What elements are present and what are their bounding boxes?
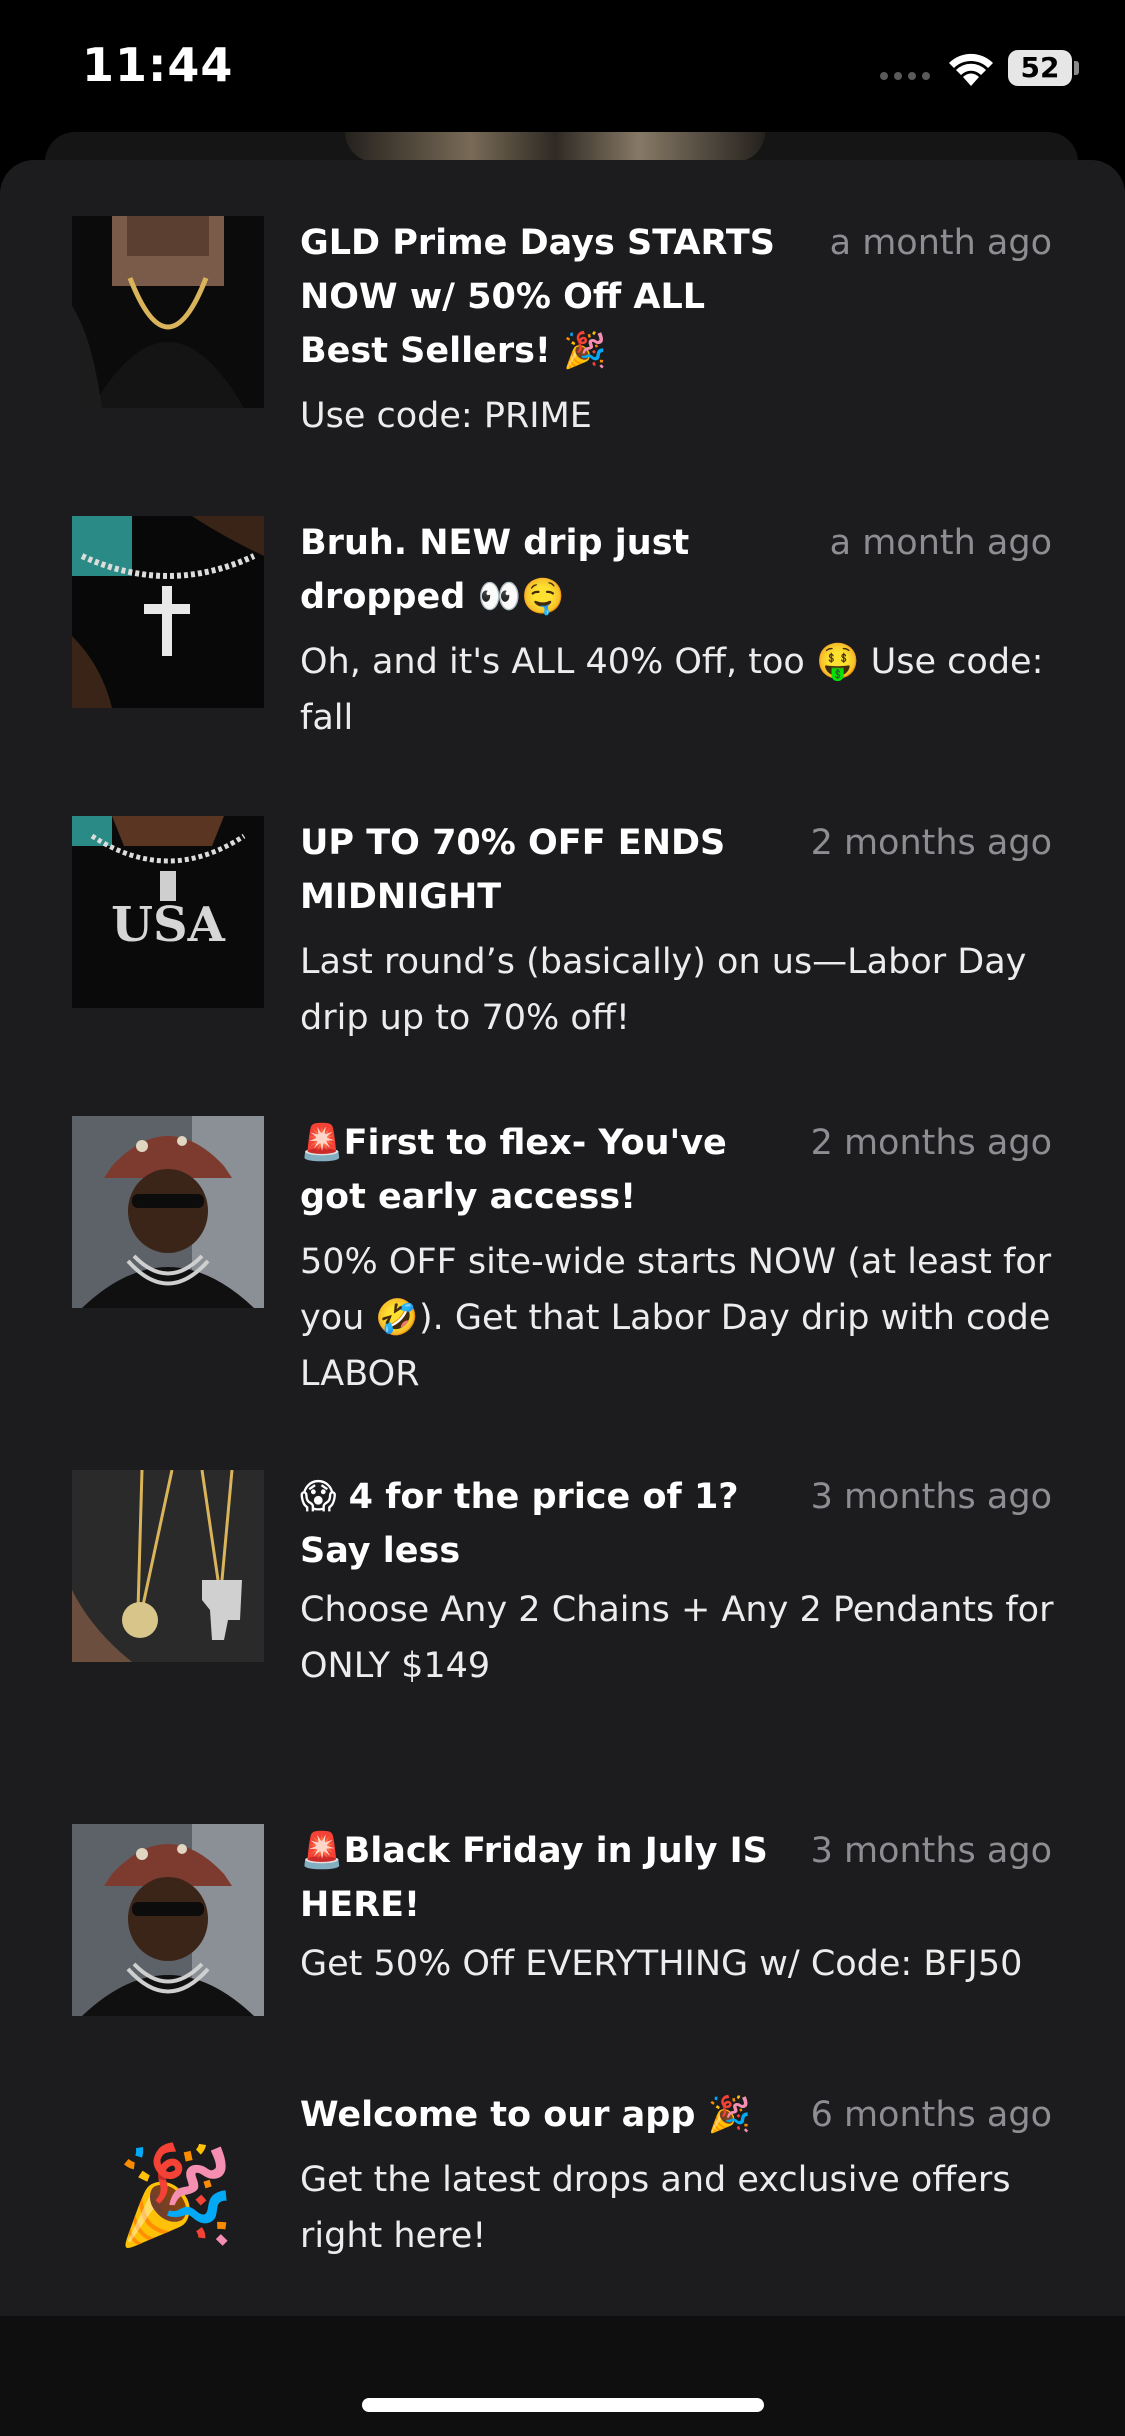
pendants-thumbnail xyxy=(72,1470,264,1662)
cellular-signal-icon xyxy=(880,72,930,80)
notification-body: Last round’s (basically) on us—Labor Day… xyxy=(300,942,1027,1038)
notification-time: 2 months ago xyxy=(810,823,1052,863)
notification-body: Get the latest drops and exclusive offer… xyxy=(300,2160,1011,2256)
model-bucket-hat-thumbnail xyxy=(72,1116,264,1308)
notification-time: 3 months ago xyxy=(810,1477,1052,1517)
notification-title: UP TO 70% OFF ENDS MIDNIGHT xyxy=(300,823,726,917)
notifications-panel[interactable]: GLD Prime Days STARTS NOW w/ 50% Off ALL… xyxy=(0,160,1125,2320)
notification-title: 😱 4 for the price of 1? Say less xyxy=(300,1477,739,1571)
notification-time: a month ago xyxy=(829,223,1052,263)
notification-body: Use code: PRIME xyxy=(300,396,592,436)
notification-time: 3 months ago xyxy=(810,1831,1052,1871)
party-popper-icon: 🎉 xyxy=(116,2139,236,2251)
background-image-hint xyxy=(345,132,765,162)
notification-time: 2 months ago xyxy=(810,1123,1052,1163)
svg-text:USA: USA xyxy=(111,897,226,953)
notification-body: 50% OFF site-wide starts NOW (at least f… xyxy=(300,1242,1052,1394)
gold-chain-thumbnail xyxy=(72,216,264,408)
notification-title: 🚨Black Friday in July IS HERE! xyxy=(300,1831,768,1925)
notification-title: GLD Prime Days STARTS NOW w/ 50% Off ALL… xyxy=(300,223,775,371)
battery-cap xyxy=(1074,61,1079,75)
model-bucket-hat-thumbnail xyxy=(72,1824,264,2016)
notification-title: Welcome to our app 🎉 xyxy=(300,2095,752,2135)
wifi-icon xyxy=(949,53,993,86)
cross-pendant-thumbnail xyxy=(72,516,264,708)
notification-title: Bruh. NEW drip just dropped 👀🤤 xyxy=(300,523,690,617)
status-bar: 11:44 52 xyxy=(0,0,1125,135)
battery-icon: 52 xyxy=(1008,50,1072,86)
notification-time: a month ago xyxy=(829,523,1052,563)
notification-body: Choose Any 2 Chains + Any 2 Pendants for… xyxy=(300,1590,1054,1686)
status-time: 11:44 xyxy=(82,38,234,92)
home-indicator[interactable] xyxy=(362,2398,764,2412)
notification-title: 🚨First to flex- You've got early access! xyxy=(300,1123,727,1217)
notification-body: Get 50% Off EVERYTHING w/ Code: BFJ50 xyxy=(300,1944,1023,1984)
bottom-area xyxy=(0,2316,1125,2436)
notification-body: Oh, and it's ALL 40% Off, too 🤑 Use code… xyxy=(300,642,1044,738)
notification-time: 6 months ago xyxy=(810,2095,1052,2135)
usa-pendant-thumbnail: USA xyxy=(72,816,264,1008)
